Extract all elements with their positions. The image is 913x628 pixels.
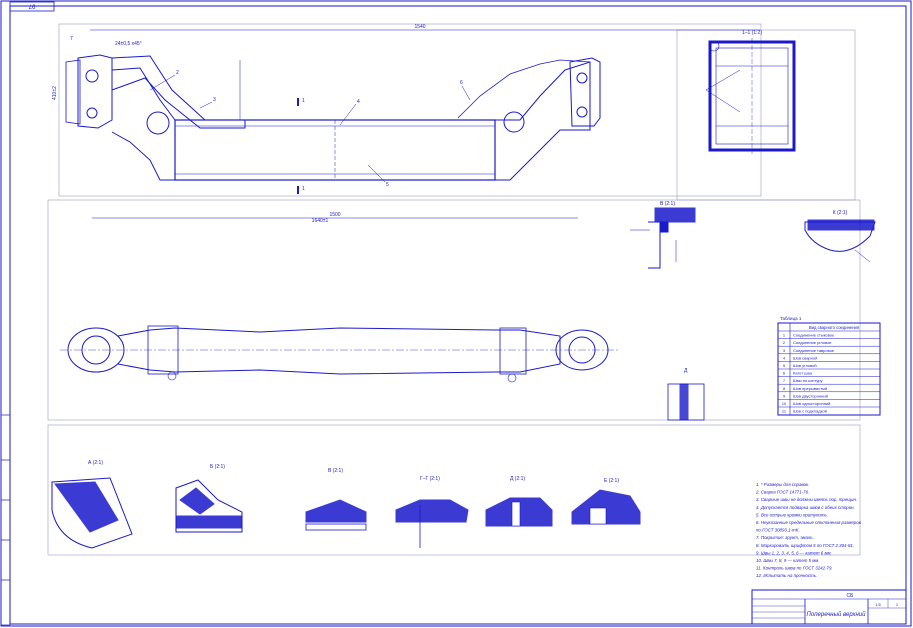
table-row-number: 10 — [782, 401, 787, 406]
note-line: 11. Контроль швов по ГОСТ 3242-79. — [756, 566, 833, 571]
table-row-text: Шов двусторонний — [793, 393, 828, 398]
table-row-text: Соединение стыковое — [793, 333, 835, 338]
title-block-code: СБ — [847, 593, 855, 599]
callout-7: 7 — [70, 36, 73, 42]
section-view-title: 1–1 (1:2) — [742, 30, 762, 36]
table-row-text: Катет шва — [793, 371, 813, 376]
table-row-text: Швы по контуру — [793, 378, 823, 383]
note-line: 4. Допускается подварка швов с обеих сто… — [756, 505, 855, 510]
dim-mid: 1500 — [329, 212, 340, 218]
section-mark-1: 1 — [302, 98, 305, 104]
dim-top: 1540 — [414, 24, 425, 30]
weld-title-a: А (2:1) — [88, 460, 103, 466]
callout-6: 6 — [460, 80, 463, 86]
parts-table-header: Вид сварного соединения — [809, 325, 859, 330]
table-row-text: Шов угловой — [793, 363, 817, 368]
detail-k-title: К (2:1) — [833, 210, 848, 216]
weld-title-b: Б (2:1) — [210, 464, 225, 470]
drawing-sheet: 97 1540 1500 1640±1 24±0,5 x45° 410±2 1 … — [0, 0, 912, 627]
note-line: 2. Сварка ГОСТ 14771-76. — [755, 490, 809, 495]
note-line: 3. Сварные швы не должны иметь пор, трещ… — [756, 497, 857, 502]
callout-4: 4 — [357, 99, 360, 105]
corner-stamp-text: 97 — [28, 3, 35, 9]
note-line: 8. Маркировать шрифтом 5 по ГОСТ 2.304-8… — [756, 543, 854, 548]
note-line: по ГОСТ 30893.1-mK. — [756, 528, 800, 533]
table-row-text: Шов односторонний — [793, 401, 830, 406]
detail-b-title: В (2:1) — [660, 201, 675, 207]
weld-title-gg: Г–Г (2:1) — [420, 476, 440, 482]
note-line: 1. * Размеры для справок. — [756, 482, 809, 487]
dim-left: 410±2 — [52, 86, 58, 100]
table-row-text: Шов сварной — [793, 355, 817, 360]
table-row-text: Соединение тавровое — [793, 348, 835, 353]
note-line: 10. Швы 7, 8, 9 — катет 5 мм. — [756, 558, 820, 563]
weld-title-d: Д (2:1) — [510, 476, 525, 482]
note-line: 6. Неуказанные предельные отклонения раз… — [756, 520, 862, 525]
callout-2: 2 — [176, 70, 179, 76]
section-mark-2: 1 — [302, 186, 305, 192]
note-line: 5. Все острые кромки притупить. — [756, 512, 828, 517]
callout-3: 3 — [213, 97, 216, 103]
dim-weld: 24±0,5 x45° — [115, 41, 142, 47]
table-row-text: Шов с подкладкой — [793, 409, 827, 414]
note-line: 7. Покрытие: грунт, эмаль. — [756, 535, 814, 540]
parts-table-caption: Таблица 1 — [780, 316, 802, 321]
weld-title-e: Е (2:1) — [604, 478, 619, 484]
dim-bottom: 1640±1 — [312, 218, 329, 224]
callout-5: 5 — [386, 182, 389, 188]
note-line: 9. Швы 1, 2, 3, 4, 5, 6 — катет 6 мм. — [756, 550, 832, 555]
title-block-name: Поперечный верхний — [807, 611, 867, 618]
table-row-text: Соединение угловое — [793, 340, 832, 345]
title-block-scale: 1:5 — [875, 602, 881, 607]
table-row-text: Шов прерывистый — [793, 386, 827, 391]
note-line: 12. Испытать на прочность. — [756, 573, 817, 578]
weld-title-v: В (2:1) — [328, 468, 343, 474]
